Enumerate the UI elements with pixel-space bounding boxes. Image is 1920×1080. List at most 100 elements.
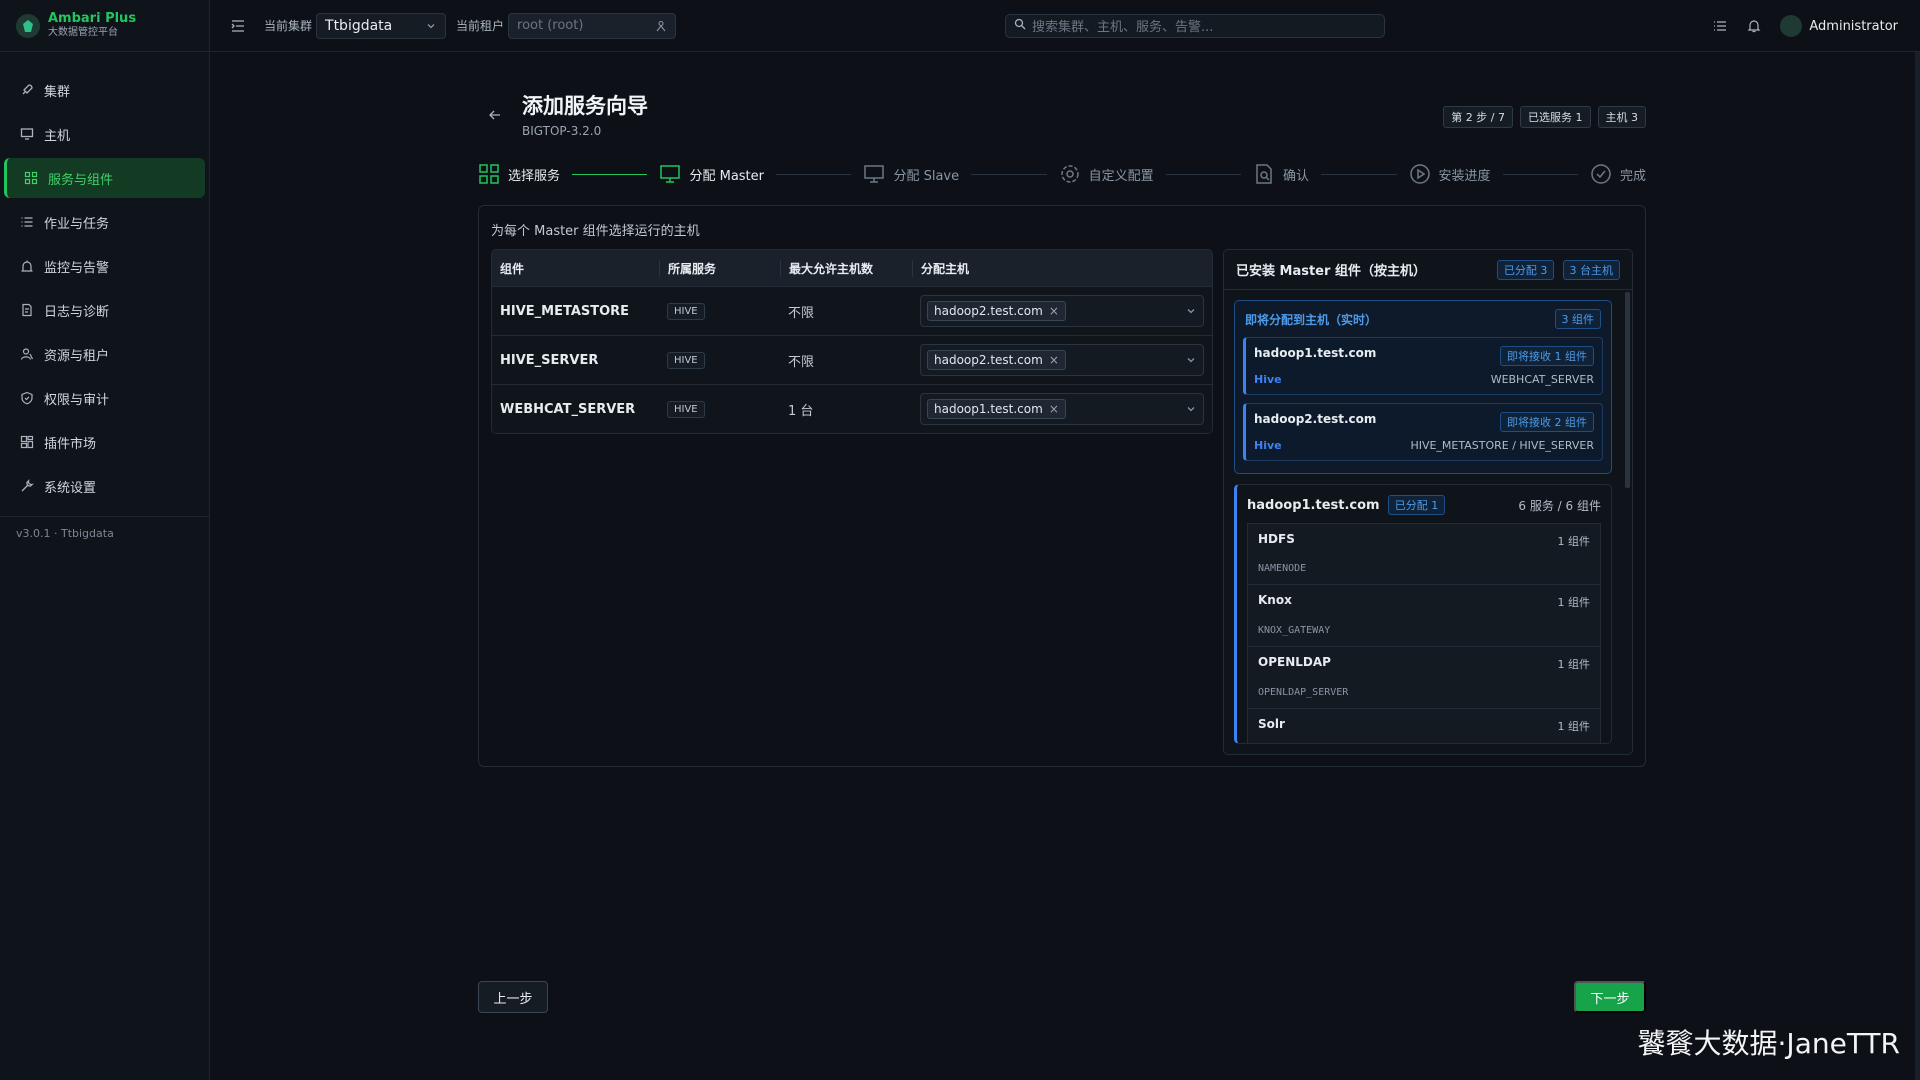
- play-icon: [1409, 163, 1431, 185]
- component-count: 1 组件: [1557, 720, 1591, 733]
- service-tag: HIVE: [667, 400, 705, 418]
- installed-masters-panel: 已安装 Master 组件（按主机） 已分配 3 3 台主机 即将分配到主机（实…: [1223, 249, 1633, 755]
- host-select[interactable]: hadoop2.test.com ×: [920, 295, 1204, 327]
- tenant-field[interactable]: root (root): [508, 12, 677, 39]
- step-select-services[interactable]: 选择服务: [478, 163, 560, 185]
- chevron-down-icon: [1185, 305, 1197, 317]
- sidebar-item-cluster[interactable]: 集群: [4, 70, 205, 110]
- list-icon: [20, 215, 34, 229]
- next-button[interactable]: 下一步: [1574, 981, 1646, 1013]
- step-label: 安装进度: [1438, 168, 1491, 184]
- component-count: 1 组件: [1557, 658, 1591, 671]
- service-name: OPENLDAP: [1258, 655, 1331, 669]
- brand-subtitle: 大数据管控平台: [48, 27, 118, 38]
- user-icon: [20, 347, 34, 361]
- user-name[interactable]: Administrator: [1809, 19, 1898, 34]
- close-icon[interactable]: ×: [1049, 402, 1059, 416]
- step-assign-master[interactable]: 分配 Master: [659, 163, 764, 185]
- column-header: 分配主机: [912, 259, 1212, 277]
- host-block-header: hadoop1.test.com 已分配 1 6 服务 / 6 组件: [1247, 495, 1601, 515]
- watermark: 饕餮大数据·JaneTTR: [1637, 1027, 1900, 1060]
- search-input[interactable]: 搜索集群、主机、服务、告警...: [1005, 13, 1385, 38]
- service-name: Knox: [1258, 593, 1292, 607]
- sidebar-item-jobs[interactable]: 作业与任务: [4, 202, 205, 242]
- step-finish[interactable]: 完成: [1590, 163, 1646, 185]
- preview-components: WEBHCAT_SERVER: [1490, 373, 1594, 386]
- step-connector: [1321, 173, 1397, 175]
- table-row: WEBHCAT_SERVER HIVE 1 台 hadoop1.test.com…: [492, 384, 1212, 433]
- cluster-label: 当前集群: [264, 19, 313, 33]
- step-label: 完成: [1619, 168, 1646, 184]
- page-scrollbar[interactable]: [1915, 52, 1920, 1080]
- step-connector: [1502, 173, 1578, 175]
- step-badge: 第 2 步 / 7: [1443, 106, 1513, 128]
- step-connector: [971, 173, 1047, 175]
- list-item: Knox 1 组件 KNOX_GATEWAY: [1247, 585, 1601, 647]
- sidebar-item-plugins[interactable]: 插件市场: [4, 422, 205, 462]
- host-block-name: hadoop1.test.com: [1247, 498, 1380, 513]
- sidebar-item-services[interactable]: 服务与组件: [4, 158, 205, 198]
- grid-icon: [478, 163, 500, 185]
- sidebar-nav: 集群 主机 服务与组件 作业与任务 监控与告警 日志与诊断 资源与租户 权限与审…: [0, 52, 209, 506]
- panel-hint: 为每个 Master 组件选择运行的主机: [491, 224, 700, 239]
- sidebar-item-label: 服务与组件: [48, 172, 114, 188]
- component-name: HIVE_SERVER: [500, 352, 599, 368]
- rocket-icon: [20, 83, 34, 97]
- tenant-label: 当前租户: [456, 19, 505, 33]
- panel-scrollbar[interactable]: [1625, 292, 1630, 488]
- task-list-icon[interactable]: [1712, 18, 1728, 34]
- menu-toggle-icon[interactable]: [230, 18, 246, 34]
- bell-icon[interactable]: [1746, 18, 1762, 34]
- column-header: 最大允许主机数: [780, 259, 912, 277]
- sidebar-item-label: 主机: [44, 128, 71, 144]
- host-block: hadoop1.test.com 已分配 1 6 服务 / 6 组件 HDFS …: [1234, 484, 1612, 744]
- avatar[interactable]: [1780, 15, 1803, 37]
- search-placeholder: 搜索集群、主机、服务、告警...: [1032, 20, 1214, 35]
- sidebar-item-monitoring[interactable]: 监控与告警: [4, 246, 205, 286]
- close-icon[interactable]: ×: [1049, 353, 1059, 367]
- preview-count-badge: 3 组件: [1554, 309, 1601, 329]
- component-name: WEBHCAT_SERVER: [500, 401, 636, 417]
- host-chip-label: hadoop2.test.com: [934, 353, 1043, 367]
- step-label: 自定义配置: [1088, 168, 1154, 184]
- step-connector: [776, 173, 852, 175]
- chevron-down-icon: [1185, 403, 1197, 415]
- component-name: NAMENODE: [1258, 563, 1307, 574]
- max-hosts: 不限: [788, 305, 815, 321]
- previous-button[interactable]: 上一步: [478, 981, 548, 1013]
- step-confirm[interactable]: 确认: [1253, 163, 1309, 185]
- sidebar-item-permissions[interactable]: 权限与审计: [4, 378, 205, 418]
- step-custom-config[interactable]: 自定义配置: [1059, 163, 1154, 185]
- assigned-count-badge: 已分配 3: [1496, 259, 1555, 280]
- sidebar-item-resources[interactable]: 资源与租户: [4, 334, 205, 374]
- sidebar-item-label: 监控与告警: [44, 260, 110, 276]
- step-install-progress[interactable]: 安装进度: [1409, 163, 1491, 185]
- version-text: v3.0.1 · Ttbigdata: [16, 527, 114, 540]
- service-name: HDFS: [1258, 532, 1295, 546]
- sidebar: Ambari Plus 大数据管控平台 集群 主机 服务与组件 作业与任务 监控…: [0, 0, 210, 1080]
- tenant-field-value: root (root): [517, 18, 584, 33]
- step-assign-slave[interactable]: 分配 Slave: [863, 163, 959, 185]
- selected-services-badge: 已选服务 1: [1520, 106, 1591, 128]
- installed-title: 已安装 Master 组件（按主机）: [1236, 264, 1426, 279]
- preview-components: HIVE_METASTORE / HIVE_SERVER: [1410, 439, 1594, 452]
- installed-body: 即将分配到主机（实时） 3 组件 hadoop1.test.com 即将接收 1…: [1224, 290, 1622, 754]
- sidebar-item-logs[interactable]: 日志与诊断: [4, 290, 205, 330]
- chevron-down-icon: [1185, 354, 1197, 366]
- host-select[interactable]: hadoop2.test.com ×: [920, 344, 1204, 376]
- cluster-select[interactable]: Ttbigdata: [316, 12, 447, 39]
- component-count: 1 组件: [1557, 596, 1591, 609]
- list-item: Solr 1 组件: [1247, 709, 1601, 743]
- sidebar-item-settings[interactable]: 系统设置: [4, 466, 205, 506]
- component-name: HIVE_METASTORE: [500, 303, 630, 319]
- chevron-down-icon: [425, 20, 437, 32]
- sidebar-item-hosts[interactable]: 主机: [4, 114, 205, 154]
- brand[interactable]: Ambari Plus 大数据管控平台: [0, 0, 209, 52]
- back-arrow-icon[interactable]: [488, 108, 502, 126]
- sidebar-item-label: 资源与租户: [44, 348, 110, 364]
- close-icon[interactable]: ×: [1049, 304, 1059, 318]
- host-chip: hadoop2.test.com ×: [927, 350, 1066, 370]
- component-count: 1 组件: [1557, 535, 1591, 548]
- host-select[interactable]: hadoop1.test.com ×: [920, 393, 1204, 425]
- cluster-select-value: Ttbigdata: [325, 17, 393, 34]
